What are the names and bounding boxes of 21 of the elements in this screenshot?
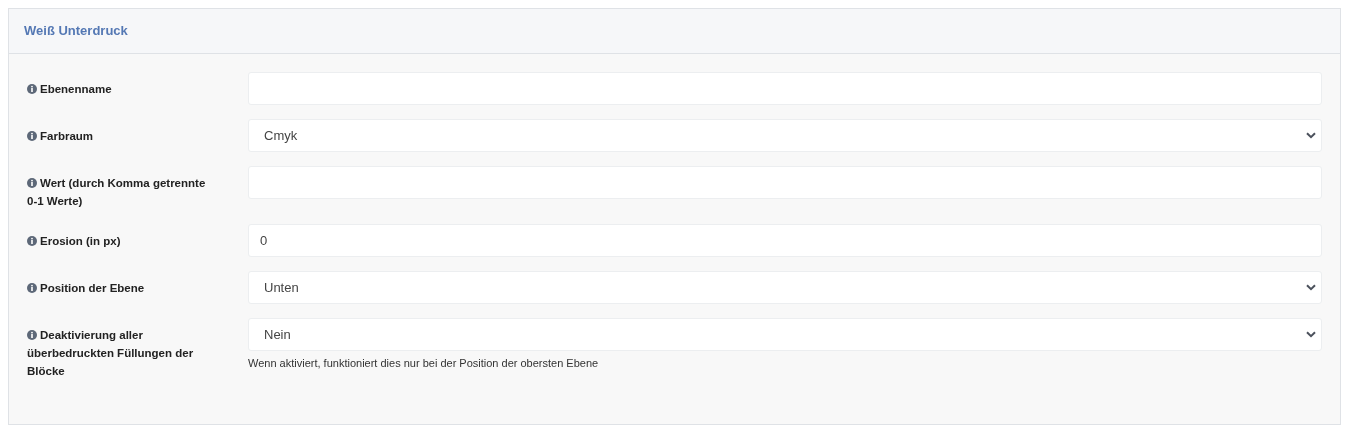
info-icon (27, 178, 37, 188)
info-icon (27, 131, 37, 141)
select-field[interactable]: Nein (248, 318, 1322, 351)
info-icon (27, 283, 37, 293)
info-icon (27, 236, 37, 246)
chevron-down-icon (1306, 132, 1316, 139)
chevron-down-icon (1306, 284, 1316, 291)
chevron-down-icon (1306, 331, 1316, 338)
panel-title: Weiß Unterdruck (24, 22, 128, 41)
input-field[interactable]: 0 (248, 224, 1322, 257)
help-text: Wenn aktiviert, funktioniert dies nur bei der Position der obersten Ebene (248, 356, 600, 371)
select-field[interactable]: Unten (248, 271, 1322, 304)
info-icon (27, 84, 37, 94)
select-field[interactable]: Cmyk (248, 119, 1322, 152)
field-label: Wert (durch Komma getrennte 0-1 Werte) (27, 176, 207, 209)
field-label: Position der Ebene (27, 279, 145, 297)
field-label: Deaktivierung aller überbedruckten Füllungen der Blöcke (27, 328, 195, 379)
field-label: Erosion (in px) (27, 232, 121, 250)
info-icon (27, 330, 37, 340)
field-label: Farbraum (27, 127, 94, 145)
field-label: Ebenenname (27, 80, 112, 98)
